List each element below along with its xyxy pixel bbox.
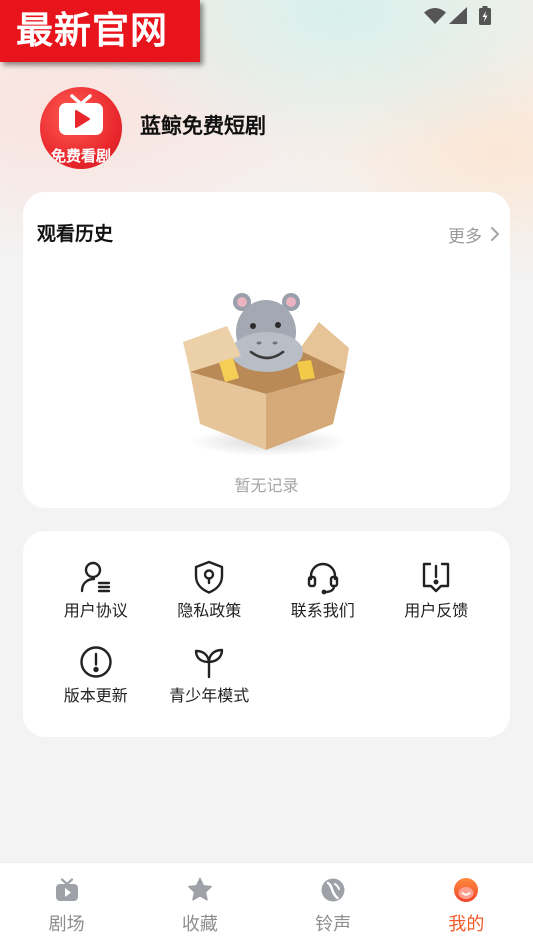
tab-label: 我的 [448, 914, 485, 935]
hippo-box-illustration [183, 293, 349, 455]
tab-favorites[interactable]: 收藏 [133, 863, 266, 948]
star-icon [187, 877, 212, 901]
tab-theater[interactable]: 剧场 [0, 863, 133, 948]
avatar-caption: 免费看剧 [50, 147, 111, 165]
menu-label: 联系我们 [290, 601, 355, 620]
bottom-tab-bar: 剧场 收藏 铃声 我的 [0, 862, 533, 948]
sprout-icon [195, 648, 224, 679]
tab-label: 剧场 [48, 914, 85, 935]
menu-label: 隐私政策 [177, 601, 242, 620]
theater-icon [55, 878, 78, 901]
menu-item-contact-us[interactable]: 联系我们 [266, 559, 380, 622]
settings-menu-card: 用户协议 隐私政策 联系我们 用户反馈 版本更新 青少年模式 [23, 531, 510, 737]
menu-item-privacy-policy[interactable]: 隐私政策 [153, 559, 267, 622]
tv-logo-icon [59, 94, 103, 135]
watch-history-title: 观看历史 [37, 223, 114, 245]
tab-ringtones[interactable]: 铃声 [267, 863, 400, 948]
promo-banner-text: 最新官网 [16, 9, 168, 52]
menu-grid: 用户协议 隐私政策 联系我们 用户反馈 版本更新 青少年模式 [39, 559, 493, 707]
ringtone-icon [321, 878, 345, 902]
privacy-shield-icon [195, 560, 224, 594]
empty-state-text: 暂无记录 [234, 476, 299, 495]
menu-label: 用户反馈 [404, 601, 469, 620]
menu-label: 青少年模式 [169, 686, 250, 705]
watch-history-card: 观看历史 更多 暂无记录 [23, 192, 510, 508]
signal-icon [449, 6, 467, 28]
status-bar [424, 5, 491, 29]
update-alert-icon [80, 646, 112, 678]
headset-icon [307, 562, 338, 595]
promo-banner[interactable]: 最新官网 [0, 0, 200, 62]
menu-label: 版本更新 [63, 686, 128, 705]
profile-icon [454, 878, 479, 902]
app-avatar[interactable]: 免费看剧 [40, 87, 122, 169]
more-label: 更多 [448, 226, 482, 247]
feedback-icon [423, 562, 450, 593]
menu-item-user-agreement[interactable]: 用户协议 [39, 559, 153, 622]
battery-icon [479, 5, 491, 29]
more-link[interactable]: 更多 [448, 220, 500, 248]
menu-item-feedback[interactable]: 用户反馈 [380, 559, 494, 622]
tab-mine[interactable]: 我的 [400, 863, 533, 948]
tab-label: 铃声 [315, 914, 352, 935]
menu-item-version-update[interactable]: 版本更新 [39, 644, 153, 707]
menu-item-youth-mode[interactable]: 青少年模式 [153, 644, 267, 707]
user-agreement-icon [80, 561, 110, 593]
hippo-icon [231, 293, 303, 372]
app-name: 蓝鲸免费短剧 [140, 114, 266, 138]
wifi-icon [424, 7, 446, 28]
menu-label: 用户协议 [63, 601, 128, 620]
tab-label: 收藏 [181, 914, 218, 935]
chevron-right-icon [491, 227, 499, 241]
